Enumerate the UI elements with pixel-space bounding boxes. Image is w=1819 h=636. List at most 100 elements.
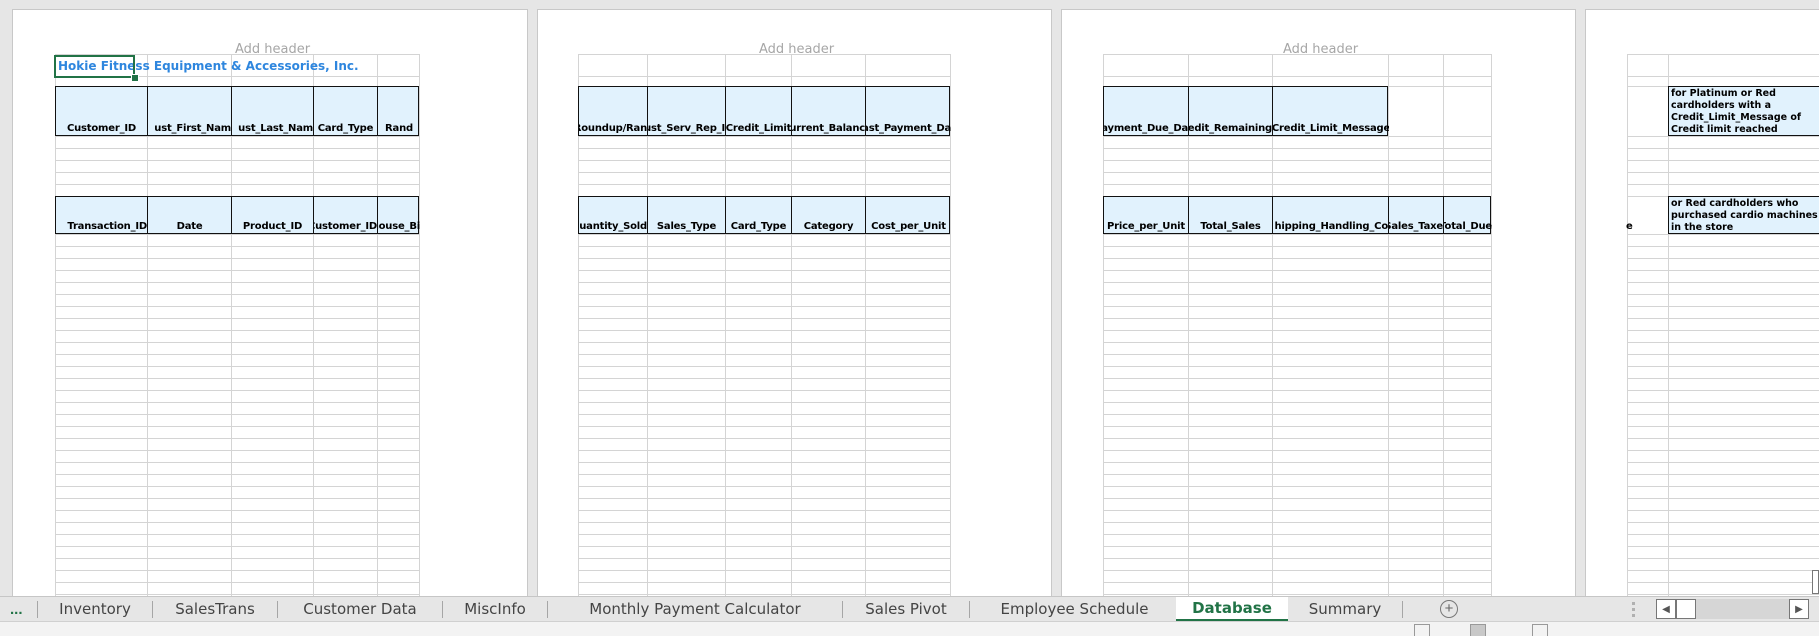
tab-miscinfo[interactable]: MiscInfo (445, 597, 545, 621)
gridline-horizontal (1103, 148, 1491, 149)
gridline-horizontal (55, 318, 419, 319)
gridline-horizontal (578, 184, 950, 185)
page-layout-canvas[interactable]: Add header Hokie Fitness Equipment & Acc… (0, 0, 1819, 596)
tab-database[interactable]: Database (1176, 597, 1288, 621)
tab-employee-schedule[interactable]: Employee Schedule (972, 597, 1177, 621)
column-header-cell[interactable]: ust_Last_Nam (232, 87, 314, 135)
active-cell-selection[interactable] (54, 55, 135, 78)
gridline-horizontal (55, 160, 419, 161)
scroll-left-icon[interactable]: ◀ (1656, 599, 1676, 619)
gridline-horizontal (1627, 330, 1819, 331)
gridline-horizontal (578, 258, 950, 259)
column-header-cell[interactable]: Customer_ID (56, 87, 148, 135)
gridline-horizontal (578, 462, 950, 463)
column-header-cell[interactable]: Rand (378, 87, 420, 135)
tab-split-handle[interactable] (1632, 602, 1635, 617)
tab-summary[interactable]: Summary (1290, 597, 1400, 621)
column-header-cell[interactable]: Product_ID (232, 197, 314, 233)
gridline-horizontal (1103, 172, 1491, 173)
gridline-horizontal (55, 378, 419, 379)
fill-handle[interactable] (131, 74, 139, 82)
gridline-horizontal (578, 378, 950, 379)
gridline-horizontal (1627, 354, 1819, 355)
gridline-horizontal (578, 558, 950, 559)
column-header-cell[interactable]: Credit_Limit_Message (1273, 87, 1389, 135)
criteria-note-2[interactable]: or Red cardholders who purchased cardio … (1668, 196, 1819, 234)
gridline-horizontal (55, 582, 419, 583)
tab-inventory[interactable]: Inventory (40, 597, 150, 621)
column-header-cell[interactable]: Roundup/Ran (579, 87, 648, 135)
gridline-horizontal (578, 76, 950, 77)
column-header-cell[interactable]: ayment_Due_Da (1104, 87, 1189, 135)
column-header-cell[interactable]: Warehouse_Bi (378, 197, 420, 233)
gridline-horizontal (578, 172, 950, 173)
add-sheet-icon[interactable]: + (1440, 600, 1458, 618)
gridline-horizontal (1627, 402, 1819, 403)
column-header-cell[interactable]: ust_Serv_Rep_I (648, 87, 726, 135)
gridline-horizontal (1627, 294, 1819, 295)
gridline-horizontal (1103, 378, 1491, 379)
gridline-horizontal (55, 570, 419, 571)
gridline-horizontal (55, 426, 419, 427)
gridline-horizontal (1627, 462, 1819, 463)
column-header-cell[interactable]: Sales_Type (648, 197, 726, 233)
gridline-horizontal (578, 426, 950, 427)
column-header-cell[interactable]: Price_per_Unit (1104, 197, 1189, 233)
gridline-horizontal (578, 534, 950, 535)
gridline-horizontal (1103, 184, 1491, 185)
horizontal-scrollbar[interactable]: ◀ ▶ (1656, 599, 1809, 619)
criteria-note-1[interactable]: for Platinum or Red cardholders with a C… (1668, 86, 1819, 136)
column-header-cell[interactable]: ast_Payment_Da (866, 87, 951, 135)
column-header-cell[interactable]: Credit_Limit (726, 87, 792, 135)
gridline-horizontal (1103, 354, 1491, 355)
column-header-cell[interactable]: Card_Type (314, 87, 378, 135)
tab-monthly-payment-calculator[interactable]: Monthly Payment Calculator (550, 597, 840, 621)
page-layout-view-icon[interactable] (1470, 624, 1486, 636)
gridline-horizontal (578, 594, 950, 595)
tab-salestrans[interactable]: SalesTrans (155, 597, 275, 621)
tab-separator (277, 601, 278, 618)
column-header-cell[interactable]: Transaction_ID (56, 197, 148, 233)
column-header-cell[interactable]: Sales_Taxe (1389, 197, 1444, 233)
column-header-cell[interactable]: Current_Balanc (792, 87, 866, 135)
tab-separator (152, 601, 153, 618)
column-header-cell[interactable]: ust_First_Nam (148, 87, 232, 135)
column-header-cell[interactable]: Total_Due (1444, 197, 1492, 233)
gridline-horizontal (1103, 498, 1491, 499)
column-header-cell[interactable]: Card_Type (726, 197, 792, 233)
header-row-1: Customer_ID ust_First_Nam ust_Last_Nam Card… (55, 86, 419, 136)
gridline-horizontal (578, 486, 950, 487)
horizontal-scrollbar-thumb[interactable] (1676, 599, 1696, 619)
column-header-cell[interactable]: Date (148, 197, 232, 233)
more-sheets-button[interactable]: ... (10, 597, 23, 621)
tab-sales-pivot[interactable]: Sales Pivot (845, 597, 967, 621)
normal-view-icon[interactable] (1414, 624, 1430, 636)
gridline-horizontal (1627, 522, 1819, 523)
gridline-horizontal (1103, 136, 1491, 137)
gridline-horizontal (1103, 546, 1491, 547)
column-header-cell[interactable]: Customer_ID (314, 197, 378, 233)
column-header-cell[interactable]: hipping_Handling_Co (1273, 197, 1389, 233)
tab-customer-data[interactable]: Customer Data (280, 597, 440, 621)
gridline-horizontal (1103, 234, 1491, 235)
gridline-horizontal (578, 330, 950, 331)
scroll-right-icon[interactable]: ▶ (1789, 599, 1809, 619)
column-header-cell[interactable]: Cost_per_Unit (866, 197, 951, 233)
vertical-scrollbar-thumb[interactable] (1812, 570, 1819, 594)
gridline-horizontal (1627, 438, 1819, 439)
print-page-2: Add header Roundup/Ran ust_Serv_Rep_I Cred… (537, 9, 1052, 596)
column-header-cell[interactable]: Total_Sales (1189, 197, 1273, 233)
gridline-horizontal (1627, 76, 1819, 77)
gridline-horizontal (1103, 246, 1491, 247)
gridline-horizontal (55, 366, 419, 367)
gridline-horizontal (1103, 570, 1491, 571)
gridline-horizontal (1627, 258, 1819, 259)
gridline-horizontal (55, 546, 419, 547)
column-header-cell[interactable]: Category (792, 197, 866, 233)
gridline-horizontal (1627, 54, 1819, 55)
column-header-cell[interactable]: Credit_Remaining (1189, 87, 1273, 135)
column-header-cell[interactable]: Quantity_Sold (579, 197, 648, 233)
gridline-horizontal (1627, 450, 1819, 451)
page-break-preview-icon[interactable] (1532, 624, 1548, 636)
gridline-horizontal (1627, 270, 1819, 271)
